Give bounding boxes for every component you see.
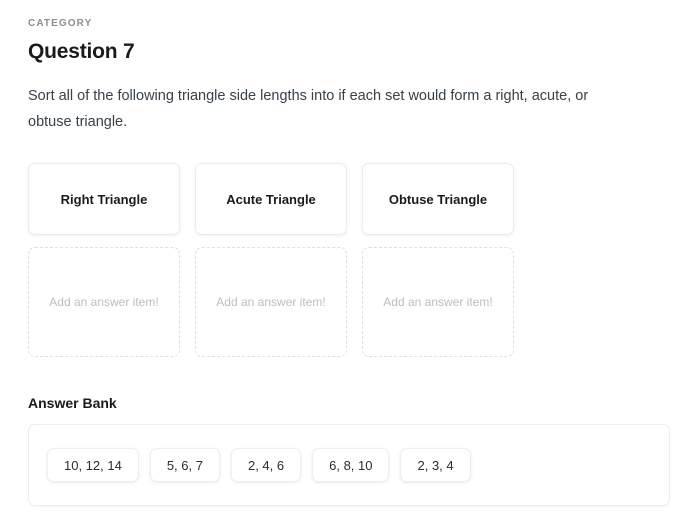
drop-zone-right-triangle[interactable]: Add an answer item! bbox=[28, 247, 180, 357]
page-title: Question 7 bbox=[28, 40, 135, 63]
category-card-right-triangle[interactable]: Right Triangle bbox=[28, 163, 180, 235]
sort-columns-container: Right Triangle Add an answer item! Acute… bbox=[28, 163, 671, 357]
question-page: CATEGORY Question 7 Sort all of the foll… bbox=[0, 0, 699, 531]
category-card-label: Right Triangle bbox=[60, 191, 148, 207]
drop-zone-placeholder: Add an answer item! bbox=[216, 295, 326, 309]
answer-bank-item[interactable]: 2, 4, 6 bbox=[230, 448, 302, 482]
answer-bank-heading: Answer Bank bbox=[28, 395, 117, 411]
sort-column-acute-triangle: Acute Triangle Add an answer item! bbox=[195, 163, 347, 357]
answer-bank-item[interactable]: 10, 12, 14 bbox=[47, 448, 139, 482]
category-eyebrow-label: CATEGORY bbox=[28, 18, 93, 29]
answer-bank-item[interactable]: 5, 6, 7 bbox=[149, 448, 220, 482]
category-card-acute-triangle[interactable]: Acute Triangle bbox=[195, 163, 347, 235]
category-card-obtuse-triangle[interactable]: Obtuse Triangle bbox=[362, 163, 514, 235]
drop-zone-acute-triangle[interactable]: Add an answer item! bbox=[195, 247, 347, 357]
answer-bank-item[interactable]: 6, 8, 10 bbox=[312, 448, 390, 482]
category-card-label: Acute Triangle bbox=[226, 191, 316, 207]
answer-bank-item[interactable]: 2, 3, 4 bbox=[400, 448, 471, 482]
drop-zone-obtuse-triangle[interactable]: Add an answer item! bbox=[362, 247, 514, 357]
question-prompt-text: Sort all of the following triangle side … bbox=[28, 88, 589, 130]
answer-bank-container[interactable]: 10, 12, 14 5, 6, 7 2, 4, 6 6, 8, 10 2, 3… bbox=[28, 424, 670, 506]
drop-zone-placeholder: Add an answer item! bbox=[49, 295, 159, 309]
drop-zone-placeholder: Add an answer item! bbox=[383, 295, 493, 309]
sort-column-right-triangle: Right Triangle Add an answer item! bbox=[28, 163, 180, 357]
category-card-label: Obtuse Triangle bbox=[388, 191, 488, 207]
sort-column-obtuse-triangle: Obtuse Triangle Add an answer item! bbox=[362, 163, 514, 357]
